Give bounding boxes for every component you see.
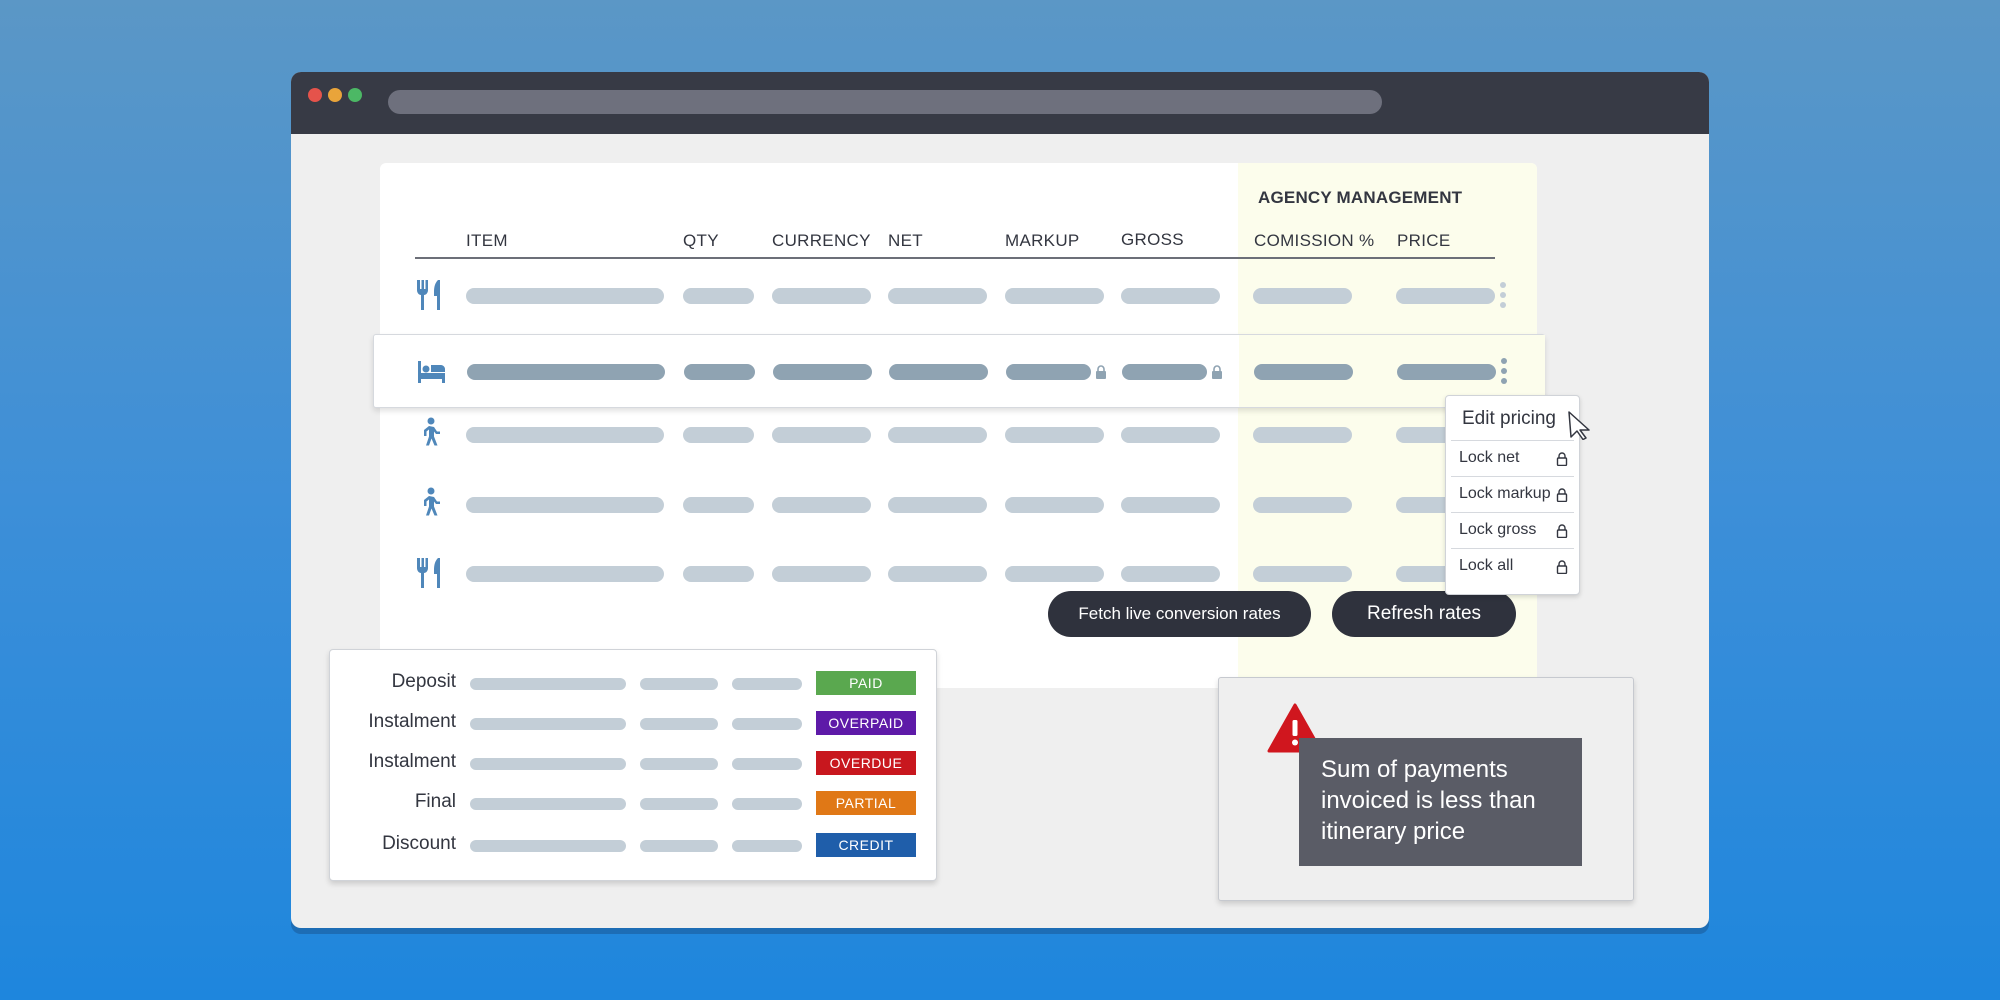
lock-icon <box>1556 488 1568 502</box>
header-divider <box>415 257 1495 259</box>
maximize-window-button[interactable] <box>348 88 362 102</box>
list-item[interactable]: Instalment OVERPAID <box>330 708 938 738</box>
browser-window: AGENCY MANAGEMENT ITEM QTY CURRENCY NET … <box>291 72 1709 928</box>
column-header-commission: COMISSION % <box>1254 231 1375 250</box>
lock-icon <box>1096 365 1106 379</box>
lock-icon <box>1212 365 1222 379</box>
column-header-net: NET <box>888 231 923 250</box>
fetch-live-conversion-rates-button[interactable]: Fetch live conversion rates <box>1048 591 1311 637</box>
payment-type-label: Discount <box>382 833 456 854</box>
column-header-currency: CURRENCY <box>772 231 871 250</box>
lock-icon <box>1556 524 1568 538</box>
bed-icon <box>418 361 445 383</box>
table-row[interactable] <box>380 274 1537 314</box>
address-bar[interactable] <box>388 90 1382 114</box>
edit-pricing-title: Edit pricing <box>1462 408 1556 429</box>
list-item[interactable]: Final PARTIAL <box>330 788 938 818</box>
lock-markup-option[interactable]: Lock markup <box>1451 476 1574 512</box>
fork-knife-icon <box>417 558 440 588</box>
edit-pricing-menu: Edit pricing Lock net Lock markup Lock g… <box>1445 395 1590 595</box>
column-header-markup: MARKUP <box>1005 231 1080 250</box>
status-badge: OVERPAID <box>816 711 916 735</box>
itinerary-table: AGENCY MANAGEMENT ITEM QTY CURRENCY NET … <box>380 163 1537 688</box>
selected-table-row[interactable] <box>373 334 1545 408</box>
walking-person-icon <box>424 417 440 446</box>
payment-type-label: Final <box>414 791 456 812</box>
row-menu-icon[interactable] <box>1500 282 1506 308</box>
payment-type-label: Instalment <box>368 711 456 732</box>
title-bar <box>291 72 1709 134</box>
close-window-button[interactable] <box>308 88 322 102</box>
status-badge: PARTIAL <box>816 791 916 815</box>
row-menu-icon[interactable] <box>1501 358 1507 384</box>
payment-type-label: Deposit <box>391 671 456 692</box>
walking-person-icon <box>424 487 440 516</box>
table-row[interactable] <box>380 413 1537 453</box>
list-item[interactable]: Deposit PAID <box>330 668 938 698</box>
status-badge: CREDIT <box>816 833 916 857</box>
column-header-item: ITEM <box>466 231 508 250</box>
lock-all-option[interactable]: Lock all <box>1451 548 1574 584</box>
warning-message: Sum of payments invoiced is less than it… <box>1299 738 1582 866</box>
payment-type-label: Instalment <box>368 751 456 772</box>
table-row[interactable] <box>380 483 1537 523</box>
table-row[interactable] <box>380 552 1537 592</box>
cursor-icon <box>1568 411 1590 440</box>
status-badge: OVERDUE <box>816 751 916 775</box>
agency-management-title: AGENCY MANAGEMENT <box>1258 188 1463 207</box>
lock-icon <box>1556 452 1568 466</box>
column-header-qty: QTY <box>683 231 719 250</box>
fork-knife-icon <box>417 280 440 310</box>
column-header-gross: GROSS <box>1121 230 1184 249</box>
minimize-window-button[interactable] <box>328 88 342 102</box>
lock-net-option[interactable]: Lock net <box>1451 440 1574 476</box>
lock-icon <box>1556 560 1568 574</box>
payment-schedule-card: Deposit PAID Instalment OVERPAID Instalm… <box>329 649 937 881</box>
status-badge: PAID <box>816 671 916 695</box>
refresh-rates-button[interactable]: Refresh rates <box>1332 591 1516 637</box>
lock-gross-option[interactable]: Lock gross <box>1451 512 1574 548</box>
list-item[interactable]: Instalment OVERDUE <box>330 748 938 778</box>
payment-warning-card: Sum of payments invoiced is less than it… <box>1218 677 1634 901</box>
list-item[interactable]: Discount CREDIT <box>330 830 938 860</box>
column-header-price: PRICE <box>1397 231 1451 250</box>
